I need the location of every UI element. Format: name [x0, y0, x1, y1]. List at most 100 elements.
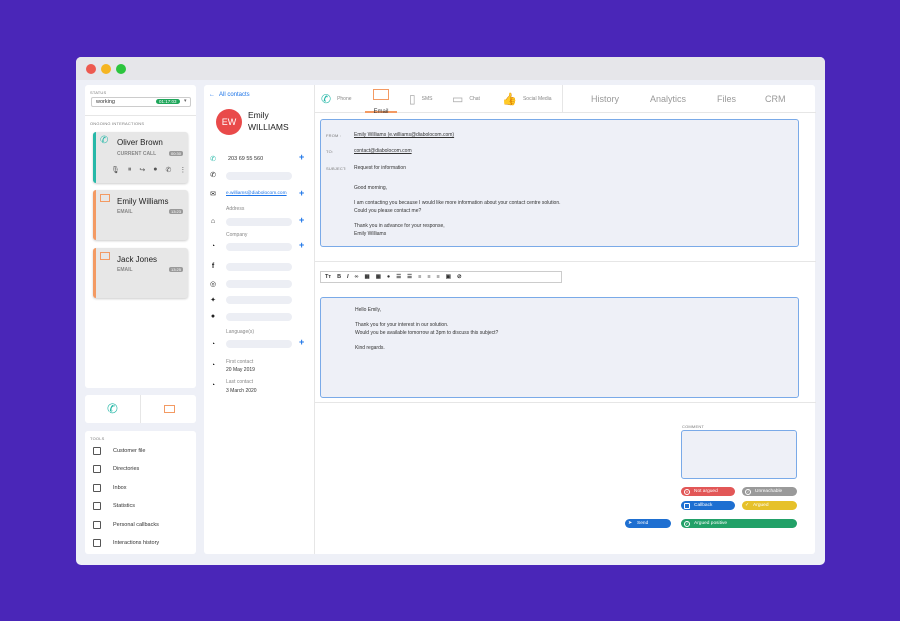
record-icon[interactable]: ●	[153, 166, 157, 174]
add-email-button[interactable]: +	[299, 188, 304, 198]
instagram-field[interactable]	[226, 280, 292, 288]
send-button[interactable]: ➤ Send	[625, 519, 671, 528]
tool-statistics[interactable]: Statistics	[93, 502, 135, 510]
phone-value[interactable]: 203 69 55 560	[228, 156, 263, 162]
maximize-window-icon[interactable]	[116, 64, 126, 74]
table-icon[interactable]: ▦	[365, 274, 370, 280]
company-label: Company	[226, 232, 248, 238]
interaction-status: EMAIL	[117, 267, 133, 273]
bold-icon[interactable]: B	[337, 274, 341, 280]
directory-icon	[93, 465, 101, 473]
back-label: All contacts	[219, 92, 250, 98]
address-label: Address	[226, 206, 245, 212]
tab-social-media[interactable]: 👍 Social Media	[502, 92, 552, 106]
minimize-window-icon[interactable]	[101, 64, 111, 74]
company-field[interactable]	[226, 243, 292, 251]
from-label: FROM :	[326, 133, 342, 138]
back-link[interactable]: ← All contacts	[209, 92, 250, 98]
add-address-button[interactable]: +	[299, 215, 304, 225]
interaction-status: EMAIL	[117, 209, 133, 215]
mute-icon[interactable]: 🎙	[111, 166, 120, 174]
align-right-icon[interactable]: ≡	[437, 274, 440, 280]
tool-label: Interactions history	[113, 540, 160, 546]
tab-email[interactable]: Email	[365, 85, 397, 115]
tool-customer-file[interactable]: Customer file	[93, 447, 145, 455]
status-select[interactable]: working 01:17:03 ▾	[91, 97, 191, 107]
font-size-icon[interactable]: Tт	[325, 274, 331, 280]
hangup-icon[interactable]: ✆	[166, 166, 172, 174]
transfer-icon[interactable]: ↪	[139, 166, 145, 174]
home-icon: ⌂	[210, 218, 216, 225]
messenger-field[interactable]	[226, 313, 292, 321]
twitter-field[interactable]	[226, 296, 292, 304]
main-panel: ✆ Phone Email ▯ SMS ▭ Chat 👍 Social Media Hi…	[314, 85, 816, 554]
tab-sms[interactable]: ▯ SMS	[409, 92, 432, 106]
messenger-icon: ●	[210, 313, 216, 320]
attach-icon[interactable]: ⊘	[457, 274, 462, 280]
tab-files[interactable]: Files	[717, 94, 736, 104]
to-value: contact@diabolocom.com	[354, 148, 412, 154]
close-icon: ×	[684, 488, 690, 495]
unreachable-button[interactable]: / Unreachable	[742, 487, 797, 496]
tools-panel: TOOLS Customer file Directories Inbox St…	[85, 431, 196, 554]
close-window-icon[interactable]	[86, 64, 96, 74]
tab-phone[interactable]: ✆ Phone	[321, 92, 352, 106]
user-icon	[93, 447, 101, 455]
channel-tabs: ✆ Phone Email ▯ SMS ▭ Chat 👍 Social Media Hi…	[315, 85, 816, 115]
add-company-button[interactable]: +	[299, 240, 304, 250]
email-body-line: Could you please contact me?	[354, 208, 422, 214]
pause-icon[interactable]: ⏸	[128, 166, 132, 174]
facebook-icon: f	[211, 263, 215, 270]
image-icon[interactable]: ▣	[446, 274, 451, 280]
interaction-time: 00:30	[168, 151, 183, 156]
numbered-list-icon[interactable]: ☰	[407, 274, 412, 280]
subject-label: SUBJECT:	[326, 166, 347, 171]
tool-personal-callbacks[interactable]: Personal callbacks	[93, 521, 159, 529]
phone-field[interactable]	[226, 172, 292, 180]
tool-directories[interactable]: Directories	[93, 465, 139, 473]
facebook-field[interactable]	[226, 263, 292, 271]
tool-label: Personal callbacks	[113, 522, 159, 528]
tool-interactions-history[interactable]: Interactions history	[93, 539, 159, 547]
not-argued-button[interactable]: × Not argued	[681, 487, 735, 496]
tab-history[interactable]: History	[591, 94, 619, 104]
email-body-line: I am contacting you because I would like…	[354, 200, 561, 206]
color-icon[interactable]: ●	[387, 274, 390, 280]
address-field[interactable]	[226, 218, 292, 226]
link-icon[interactable]: ∞	[355, 274, 359, 280]
ongoing-panel: STATUS working 01:17:03 ▾ ONGOING INTERA…	[85, 85, 196, 388]
status-value: working	[96, 99, 115, 105]
email-value[interactable]: e.williams@diabolocom.com	[226, 191, 287, 196]
italic-icon[interactable]: I	[347, 274, 349, 280]
more-icon[interactable]: ⋮	[179, 166, 186, 174]
avatar: EW	[216, 109, 242, 135]
tool-inbox[interactable]: Inbox	[93, 484, 126, 492]
new-email-button[interactable]	[164, 405, 175, 413]
email-body-line: Good morning,	[354, 185, 388, 191]
bullet-list-icon[interactable]: ☰	[396, 274, 401, 280]
argued-positive-button[interactable]: ✓ Argued positive	[681, 519, 797, 528]
check-icon: ✓	[745, 503, 750, 508]
formatting-toolbar: Tт B I ∞ ▦ ▦ ● ☰ ☰ ≡ ≡ ≡ ▣ ⊘	[320, 271, 562, 283]
add-phone-button[interactable]: +	[299, 152, 304, 162]
last-contact-value: 3 March 2020	[226, 388, 257, 394]
argued-button[interactable]: ✓ Argued	[742, 501, 797, 510]
align-center-icon[interactable]: ≡	[427, 274, 430, 280]
interaction-card-jack[interactable]: Jack Jones EMAIL 13:25	[93, 248, 188, 298]
comment-field[interactable]	[681, 430, 797, 479]
email-icon: ✉	[210, 191, 216, 198]
tab-chat[interactable]: ▭ Chat	[452, 92, 480, 106]
new-call-button[interactable]: ✆	[107, 401, 118, 417]
interaction-card-oliver[interactable]: ✆ Oliver Brown CURRENT CALL 00:30 🎙 ⏸ ↪ …	[93, 132, 188, 183]
reply-line: Hello Emily,	[355, 307, 382, 313]
add-language-button[interactable]: +	[299, 337, 304, 347]
interaction-card-emily[interactable]: Emily Williams EMAIL 13:23	[93, 190, 188, 240]
table-edit-icon[interactable]: ▦	[376, 274, 381, 280]
align-left-icon[interactable]: ≡	[418, 274, 421, 280]
reply-editor[interactable]: Hello Emily, Thank you for your interest…	[320, 297, 799, 398]
tab-crm[interactable]: CRM	[765, 94, 786, 104]
status-label: STATUS	[90, 90, 107, 95]
tab-analytics[interactable]: Analytics	[650, 94, 686, 104]
language-field[interactable]	[226, 340, 292, 348]
callback-button[interactable]: Callback	[681, 501, 735, 510]
